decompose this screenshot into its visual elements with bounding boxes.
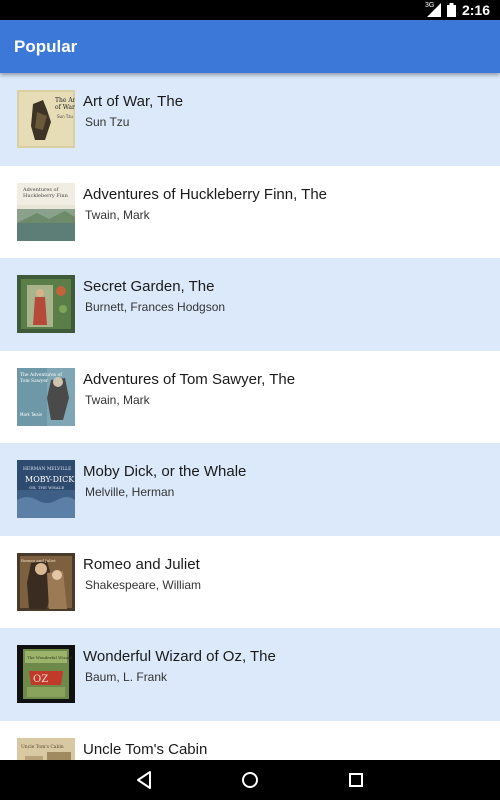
romeo-juliet-cover: Romeo and Juliet — [17, 552, 75, 611]
uncle-toms-cabin-cover: Uncle Tom's Cabin — [17, 737, 75, 760]
book-list-item[interactable]: Secret Garden, The Burnett, Frances Hodg… — [0, 258, 500, 351]
moby-dick-cover: HERMAN MELVILLE MOBY-DICK OR, THE WHALE — [17, 460, 75, 518]
svg-text:of War: of War — [55, 104, 75, 111]
svg-text:OR, THE WHALE: OR, THE WHALE — [29, 485, 64, 490]
status-bar: 3G 2:16 — [0, 0, 500, 20]
huckleberry-finn-cover: Adventures of Huckleberry Finn — [17, 182, 75, 241]
book-author: Burnett, Frances Hodgson — [85, 300, 226, 314]
svg-text:Sun Tzu: Sun Tzu — [57, 114, 73, 119]
book-title: Adventures of Tom Sawyer, The — [83, 370, 296, 388]
svg-text:HERMAN MELVILLE: HERMAN MELVILLE — [23, 466, 71, 472]
secret-garden-cover — [17, 275, 75, 333]
svg-text:Tom Sawyer: Tom Sawyer — [20, 378, 49, 384]
svg-text:Romeo and Juliet: Romeo and Juliet — [21, 558, 56, 563]
book-author: Melville, Herman — [85, 485, 175, 499]
svg-text:Uncle Tom's Cabin: Uncle Tom's Cabin — [21, 744, 64, 750]
book-title: Art of War, The — [83, 93, 184, 110]
art-of-war-cover: The Art of War Sun Tzu — [17, 90, 75, 148]
recents-icon[interactable] — [344, 768, 368, 792]
wizard-of-oz-cover: The Wonderful Wizard OZ — [17, 645, 75, 703]
book-list-item[interactable]: HERMAN MELVILLE MOBY-DICK OR, THE WHALE … — [0, 443, 500, 536]
svg-text:Huckleberry Finn: Huckleberry Finn — [23, 193, 69, 199]
book-title: Secret Garden, The — [83, 278, 215, 295]
book-title: Romeo and Juliet — [83, 555, 200, 573]
book-title: Uncle Tom's Cabin — [83, 740, 208, 758]
signal-icon: 3G — [424, 2, 441, 17]
home-icon[interactable] — [238, 768, 262, 792]
book-list-item[interactable]: The Adventures of Tom Sawyer Mark Twain … — [0, 350, 500, 443]
network-type: 3G — [424, 2, 435, 9]
book-title: Wonderful Wizard of Oz, The — [83, 648, 276, 665]
book-author: Baum, L. Frank — [85, 670, 168, 684]
svg-text:The Adventures of: The Adventures of — [20, 372, 62, 378]
book-list-item[interactable]: The Art of War Sun Tzu Art of War, The S… — [0, 73, 500, 166]
clock: 2:16 — [461, 2, 490, 18]
svg-text:Mark Twain: Mark Twain — [20, 412, 43, 417]
book-author: Twain, Mark — [85, 392, 150, 407]
navigation-bar — [0, 760, 500, 800]
page-title: Popular — [14, 37, 78, 56]
back-icon[interactable] — [132, 768, 156, 792]
book-list-item[interactable]: Romeo and Juliet Romeo and Juliet Shakes… — [0, 535, 500, 628]
book-list-item[interactable]: Uncle Tom's Cabin Uncle Tom's Cabin — [0, 720, 500, 760]
book-title: Adventures of Huckleberry Finn, The — [83, 185, 328, 203]
book-author: Twain, Mark — [85, 207, 150, 222]
svg-text:The Art: The Art — [55, 97, 75, 104]
book-list-item[interactable]: Adventures of Huckleberry Finn Adventure… — [0, 165, 500, 258]
svg-text:The Wonderful Wizard: The Wonderful Wizard — [27, 655, 73, 660]
book-list-item[interactable]: The Wonderful Wizard OZ Wonderful Wizard… — [0, 628, 500, 721]
book-title: Moby Dick, or the Whale — [83, 463, 247, 480]
book-list[interactable]: The Art of War Sun Tzu Art of War, The S… — [0, 73, 500, 760]
book-author: Sun Tzu — [85, 115, 130, 129]
book-author: Shakespeare, William — [85, 577, 202, 592]
battery-icon — [446, 3, 456, 17]
tom-sawyer-cover: The Adventures of Tom Sawyer Mark Twain — [17, 367, 75, 426]
app-bar: Popular — [0, 20, 500, 73]
svg-text:OZ: OZ — [33, 674, 48, 685]
svg-text:MOBY-DICK: MOBY-DICK — [25, 475, 75, 484]
